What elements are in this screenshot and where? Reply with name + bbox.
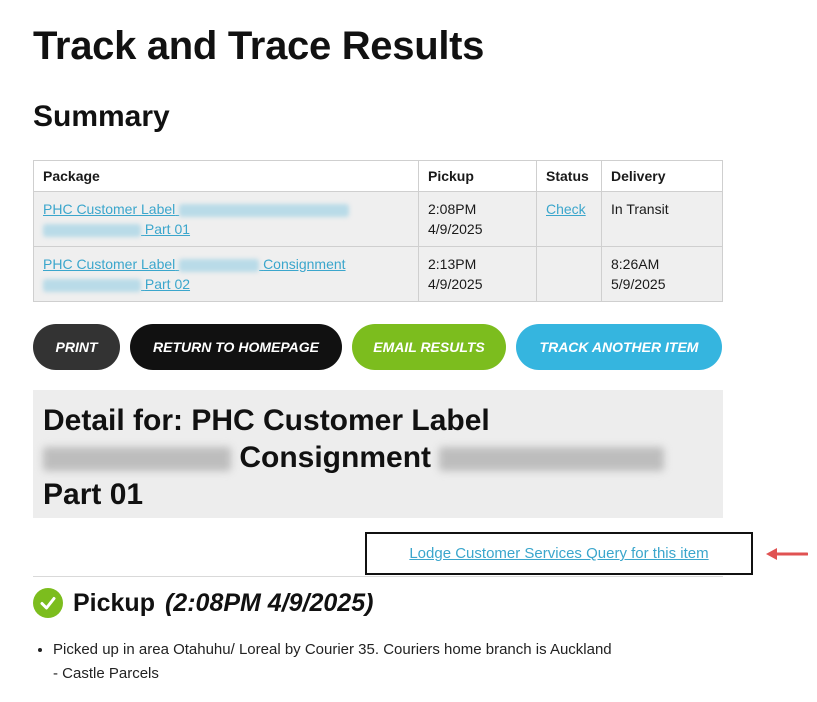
delivery-status: In Transit xyxy=(611,201,669,217)
track-another-item-button[interactable]: TRACK ANOTHER ITEM xyxy=(516,324,722,370)
detail-prefix: Detail for: PHC Customer Label xyxy=(43,404,490,437)
status-cell xyxy=(536,246,602,302)
check-circle-icon xyxy=(33,588,63,618)
package-link[interactable]: PHC Customer Label Consignment Part 02 xyxy=(43,256,346,292)
package-link-prefix: PHC Customer Label xyxy=(43,256,176,272)
package-link-middle: Consignment xyxy=(263,256,346,272)
delivery-time: 8:26AM xyxy=(611,256,660,272)
summary-header-row: Package Pickup Status Delivery xyxy=(33,160,723,192)
redacted-label-number xyxy=(179,258,260,272)
redacted-consignment-number xyxy=(43,278,141,292)
redacted-label-number xyxy=(179,203,350,217)
summary-title: Summary xyxy=(33,100,170,133)
status-cell: Check xyxy=(536,191,602,247)
status-check-link[interactable]: Check xyxy=(546,201,586,217)
header-package: Package xyxy=(33,160,419,192)
table-row: PHC Customer Label Consignment Part 02 2… xyxy=(33,246,723,302)
package-cell: PHC Customer Label Part 01 xyxy=(33,191,419,247)
pickup-cell: 2:13PM 4/9/2025 xyxy=(418,246,537,302)
return-to-homepage-button[interactable]: RETURN TO HOMEPAGE xyxy=(130,324,342,370)
detail-heading: Detail for: PHC Customer Label Consignme… xyxy=(43,402,713,513)
header-delivery: Delivery xyxy=(601,160,723,192)
lodge-query-link[interactable]: Lodge Customer Services Query for this i… xyxy=(409,545,708,562)
header-pickup: Pickup xyxy=(418,160,537,192)
detail-part: Part 01 xyxy=(43,478,144,511)
pickup-timestamp: (2:08PM 4/9/2025) xyxy=(164,588,374,617)
summary-table: Package Pickup Status Delivery PHC Custo… xyxy=(33,160,723,302)
print-button[interactable]: PRINT xyxy=(33,324,120,370)
detail-heading-box: Detail for: PHC Customer Label Consignme… xyxy=(33,390,723,518)
detail-consignment: Consignment xyxy=(239,441,432,474)
arrow-left-icon xyxy=(766,548,808,560)
package-link[interactable]: PHC Customer Label Part 01 xyxy=(43,201,350,237)
pickup-date: 4/9/2025 xyxy=(428,221,483,237)
pickup-time: 2:13PM xyxy=(428,256,477,272)
redacted-label-number xyxy=(43,447,231,472)
header-status: Status xyxy=(536,160,602,192)
action-buttons: PRINT RETURN TO HOMEPAGE EMAIL RESULTS T… xyxy=(33,324,722,370)
package-link-prefix: PHC Customer Label xyxy=(43,201,176,217)
section-divider xyxy=(33,576,723,577)
delivery-cell: In Transit xyxy=(601,191,723,247)
list-item: Picked up in area Otahuhu/ Loreal by Cou… xyxy=(53,638,613,686)
package-link-suffix: Part 01 xyxy=(144,221,191,237)
page-title: Track and Trace Results xyxy=(33,24,485,68)
delivery-date: 5/9/2025 xyxy=(611,276,666,292)
email-results-button[interactable]: EMAIL RESULTS xyxy=(352,324,506,370)
pickup-label: Pickup xyxy=(73,588,155,617)
delivery-cell: 8:26AM 5/9/2025 xyxy=(601,246,723,302)
redacted-consignment-number xyxy=(439,447,665,472)
table-row: PHC Customer Label Part 01 2:08PM 4/9/202… xyxy=(33,191,723,247)
lodge-query-highlight-box: Lodge Customer Services Query for this i… xyxy=(365,532,753,575)
pickup-time: 2:08PM xyxy=(428,201,477,217)
package-link-suffix: Part 02 xyxy=(144,276,191,292)
package-cell: PHC Customer Label Consignment Part 02 xyxy=(33,246,419,302)
pickup-events-list: Picked up in area Otahuhu/ Loreal by Cou… xyxy=(53,638,613,686)
pickup-heading: Pickup (2:08PM 4/9/2025) xyxy=(33,588,373,618)
pickup-date: 4/9/2025 xyxy=(428,276,483,292)
pickup-cell: 2:08PM 4/9/2025 xyxy=(418,191,537,247)
redacted-consignment-number xyxy=(43,223,141,237)
